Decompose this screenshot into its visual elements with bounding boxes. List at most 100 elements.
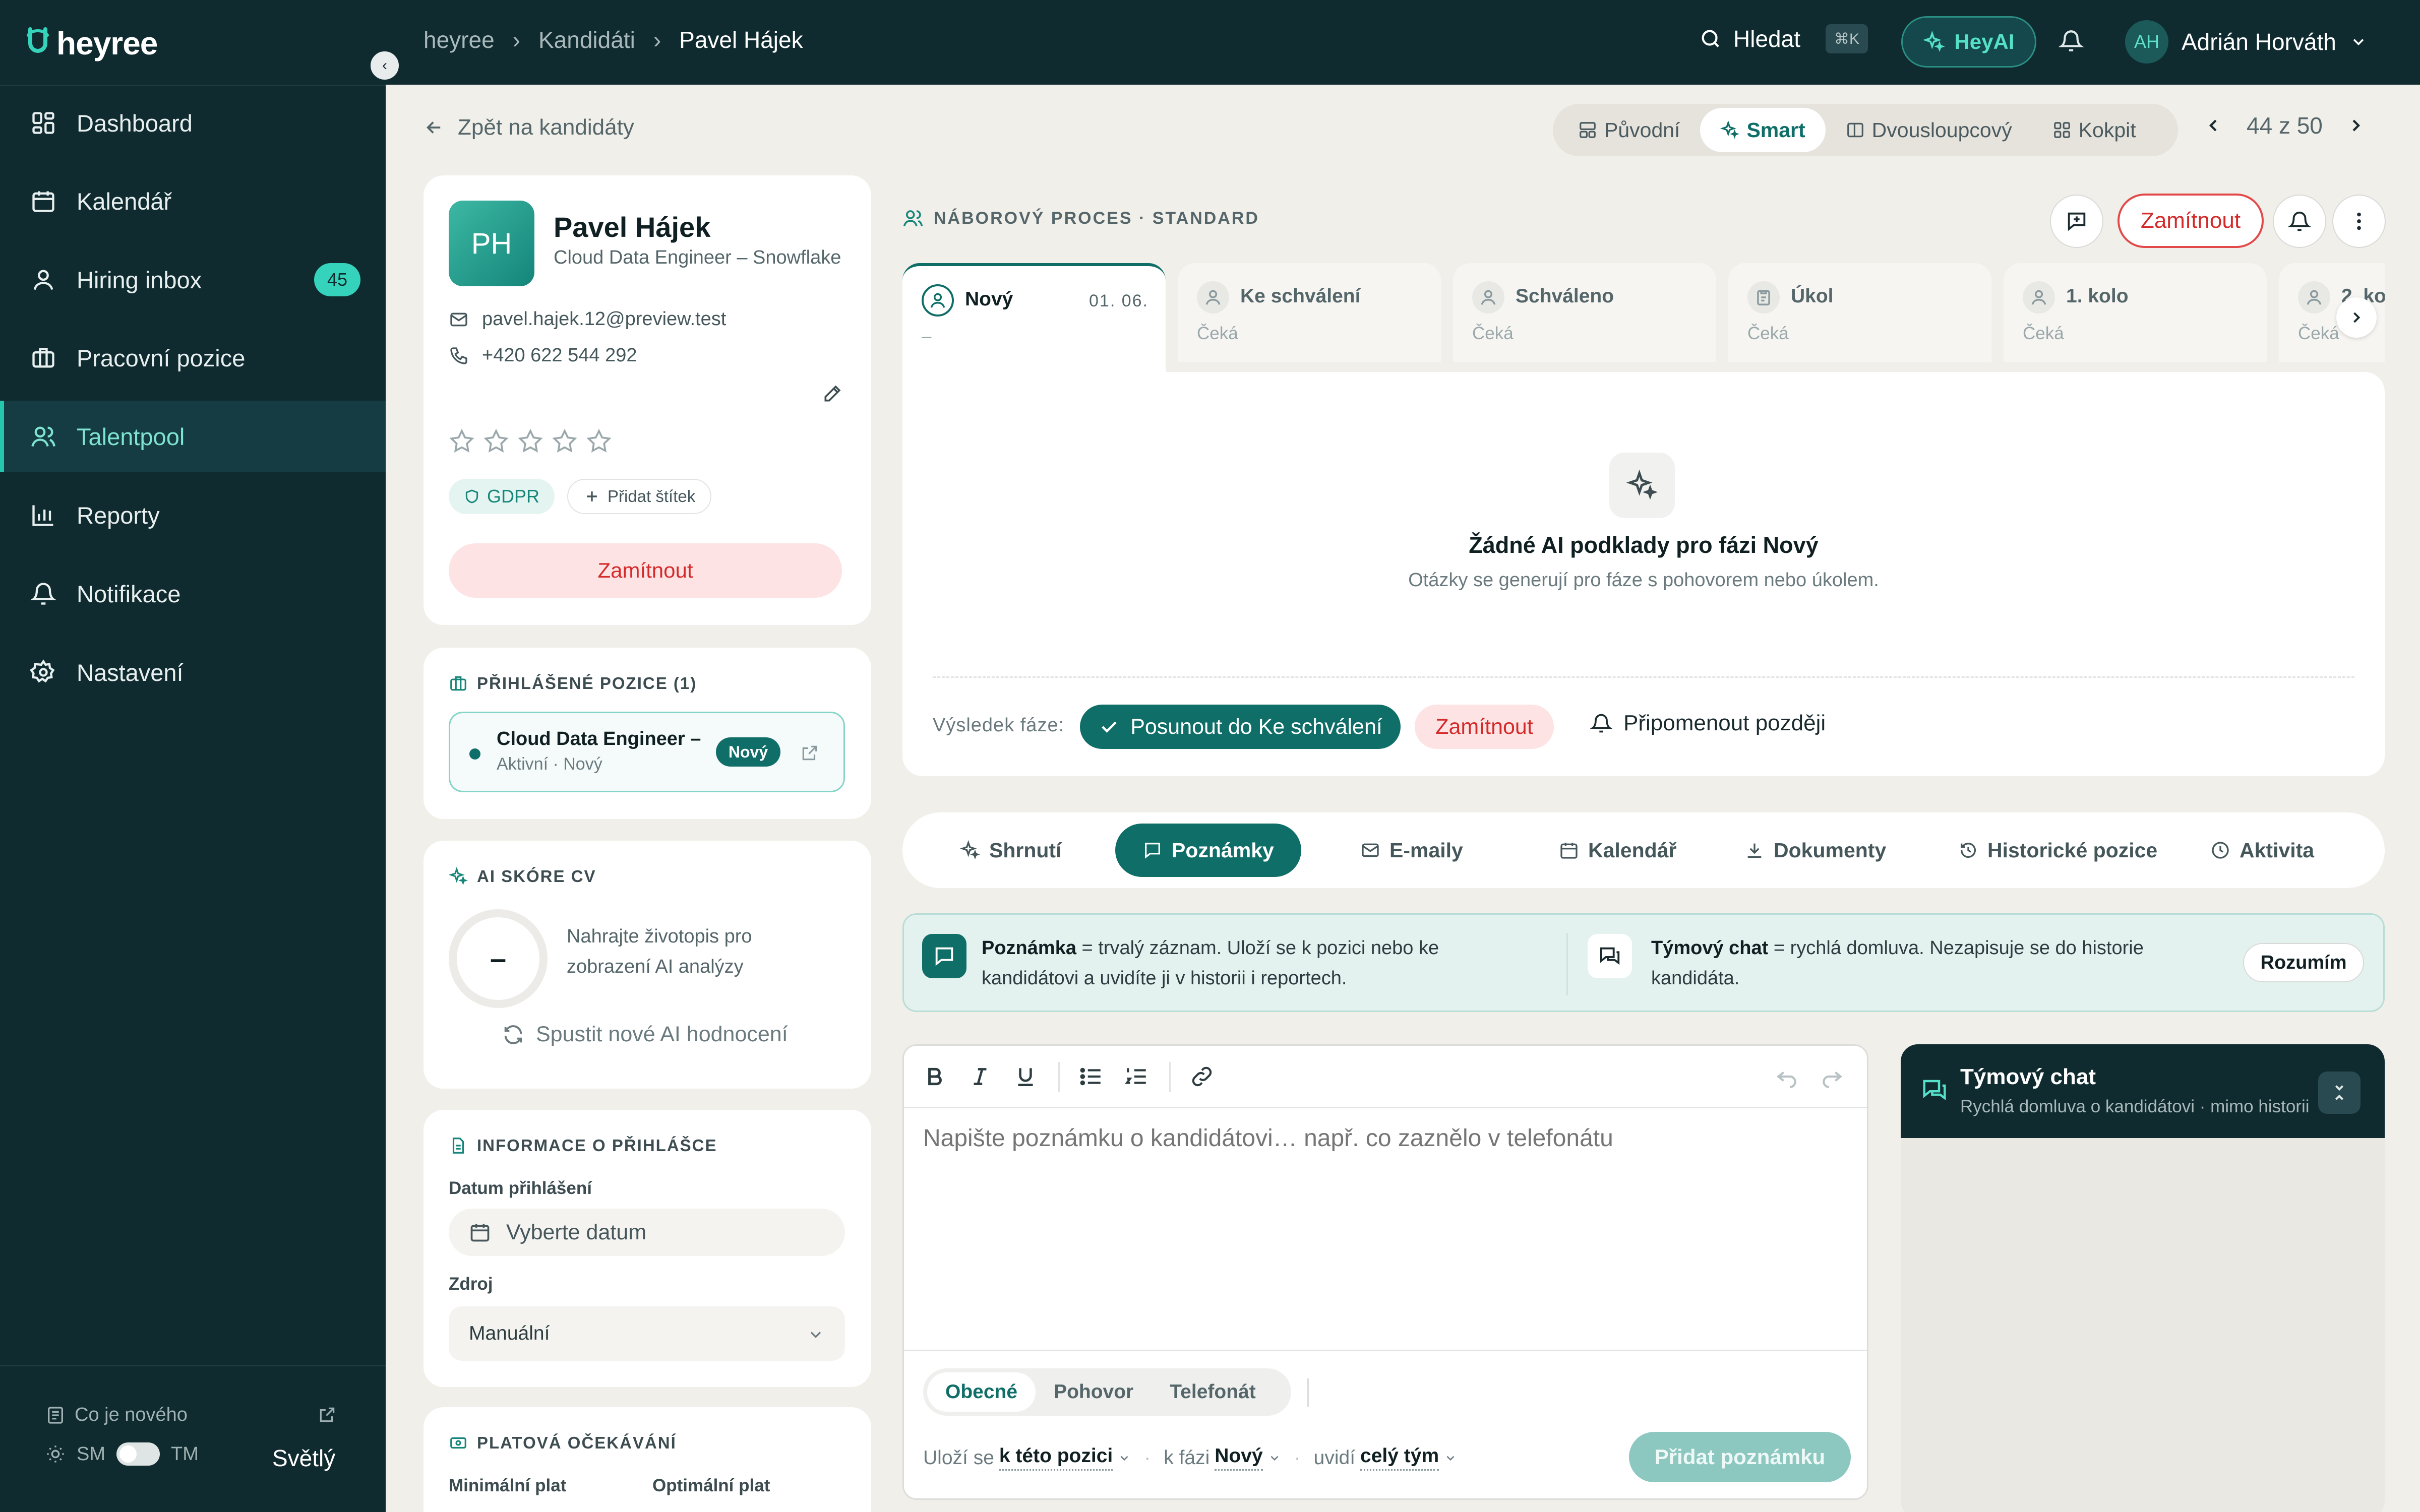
dismiss-info-button[interactable]: Rozumím: [2243, 943, 2364, 982]
whats-new-link[interactable]: Co je nového: [45, 1404, 188, 1426]
candidate-card: PH Pavel Hájek Cloud Data Engineer – Sno…: [424, 175, 871, 625]
topbar: heyree › Kandidáti › Pavel Hájek Hledat …: [386, 0, 2420, 85]
gear-icon: [30, 659, 56, 685]
redo-icon[interactable]: [1820, 1064, 1845, 1089]
star-icon[interactable]: [516, 427, 544, 456]
advance-stage-button[interactable]: Posunout do Ke schválení: [1080, 705, 1401, 749]
breadcrumb-home[interactable]: heyree: [424, 26, 495, 53]
back-to-candidates-link[interactable]: Zpět na kandidáty: [424, 115, 634, 140]
stage-new[interactable]: Nový 01. 06. –: [902, 263, 1166, 373]
candidate-rating[interactable]: [448, 427, 613, 456]
tab-summary[interactable]: Shrnutí: [933, 824, 1088, 877]
stage-for-approval[interactable]: Ke schválení Čeká: [1178, 263, 1441, 362]
sidebar-item-label: Pracovní pozice: [77, 344, 246, 371]
editor-toolbar: [904, 1046, 1867, 1108]
sidebar-item-dashboard[interactable]: Dashboard: [0, 87, 386, 159]
search-button[interactable]: Hledat ⌘K: [1699, 24, 1868, 53]
phone-icon: [449, 346, 469, 366]
reminder-button[interactable]: [2273, 195, 2326, 248]
source-value: Manuální: [469, 1322, 550, 1344]
stage-round-1[interactable]: 1. kolo Čeká: [2004, 263, 2267, 362]
user-menu[interactable]: AH Adrián Horváth: [2125, 20, 2368, 64]
stage-icon: [2023, 281, 2055, 313]
candidate-phone[interactable]: +420 622 544 292: [449, 345, 637, 366]
star-icon[interactable]: [448, 427, 476, 456]
stage-approved[interactable]: Schváleno Čeká: [1453, 263, 1716, 362]
numbered-list-icon[interactable]: [1124, 1064, 1149, 1089]
view-smart[interactable]: Smart: [1700, 108, 1826, 152]
prev-candidate-icon[interactable]: [2203, 115, 2223, 136]
sidebar-item-reports[interactable]: Reporty: [0, 479, 386, 551]
theme-label[interactable]: Světlý: [272, 1444, 335, 1472]
view-cockpit[interactable]: Kokpit: [2032, 108, 2156, 152]
note-type-general[interactable]: Obecné: [927, 1372, 1036, 1412]
candidate-email[interactable]: pavel.hajek.12@preview.test: [449, 308, 726, 330]
team-chat-collapse-button[interactable]: [2318, 1072, 2361, 1114]
source-select[interactable]: Manuální: [449, 1306, 845, 1361]
sidebar-item-settings[interactable]: Nastavení: [0, 637, 386, 708]
app-logo[interactable]: heyree: [24, 18, 158, 69]
view-original[interactable]: Původní: [1558, 108, 1700, 152]
reject-process-button[interactable]: Zamítnout: [2118, 194, 2264, 248]
tab-history[interactable]: Historické pozice: [1931, 824, 2185, 877]
external-link-icon[interactable]: [800, 743, 819, 763]
section-title: INFORMACE O PŘIHLÁŠCE: [449, 1136, 717, 1155]
sparkle-icon: [449, 867, 468, 886]
external-link-icon: [318, 1405, 337, 1424]
breadcrumb-candidates[interactable]: Kandidáti: [538, 26, 635, 53]
application-date-picker[interactable]: Vyberte datum: [449, 1209, 845, 1256]
run-ai-evaluation-button[interactable]: Spustit nové AI hodnocení: [502, 1022, 788, 1047]
theme-switch[interactable]: SM TM: [45, 1442, 199, 1466]
tab-emails[interactable]: E-maily: [1333, 824, 1490, 877]
view-two-column[interactable]: Dvousloupcový: [1826, 108, 2032, 152]
star-icon[interactable]: [482, 427, 510, 456]
sidebar-item-notifications[interactable]: Notifikace: [0, 558, 386, 629]
tab-documents[interactable]: Dokumenty: [1717, 824, 1913, 877]
italic-icon[interactable]: [967, 1064, 993, 1089]
star-icon[interactable]: [585, 427, 613, 456]
sidebar-item-talentpool[interactable]: Talentpool: [0, 401, 386, 472]
process-title: NÁBOROVÝ PROCES · STANDARD: [902, 208, 1259, 229]
note-type-phone[interactable]: Telefonát: [1152, 1372, 1274, 1412]
save-target-select[interactable]: k této pozici: [999, 1445, 1113, 1471]
stage-icon: [1197, 281, 1229, 313]
note-input[interactable]: [923, 1124, 1851, 1152]
undo-icon[interactable]: [1774, 1064, 1799, 1089]
users-icon: [30, 423, 56, 450]
theme-toggle[interactable]: [116, 1442, 160, 1466]
applied-position-item[interactable]: Cloud Data Engineer – Snowflake Aktivní …: [449, 712, 845, 792]
underline-icon[interactable]: [1013, 1064, 1038, 1089]
star-icon[interactable]: [551, 427, 579, 456]
add-comment-button[interactable]: [2050, 195, 2103, 248]
link-icon[interactable]: [1189, 1064, 1215, 1089]
stage-task[interactable]: Úkol Čeká: [1728, 263, 1991, 362]
ai-score-ring: –: [449, 909, 548, 1008]
sidebar-item-positions[interactable]: Pracovní pozice: [0, 322, 386, 394]
gdpr-chip[interactable]: GDPR: [449, 479, 555, 514]
notifications-bell-icon[interactable]: [2059, 28, 2084, 53]
more-options-button[interactable]: [2332, 195, 2386, 248]
ai-empty-illustration: [1609, 453, 1675, 518]
next-candidate-icon[interactable]: [2346, 115, 2366, 136]
stage-select[interactable]: Nový: [1215, 1445, 1263, 1471]
sun-icon: [45, 1444, 66, 1464]
stages-scroll-right-button[interactable]: [2336, 297, 2377, 338]
heyai-button[interactable]: HeyAI: [1901, 16, 2036, 68]
tab-notes[interactable]: Poznámky: [1115, 824, 1301, 877]
add-note-button[interactable]: Přidat poznámku: [1629, 1432, 1851, 1482]
sidebar-item-hiring-inbox[interactable]: Hiring inbox 45: [0, 244, 386, 316]
edit-pencil-icon[interactable]: [822, 382, 844, 404]
note-type-interview[interactable]: Pohovor: [1036, 1372, 1152, 1412]
bold-icon[interactable]: [922, 1064, 947, 1089]
tab-activity[interactable]: Aktivita: [2183, 824, 2341, 877]
add-tag-button[interactable]: Přidat štítek: [567, 479, 712, 514]
check-icon: [1098, 716, 1119, 737]
remind-later-button[interactable]: Připomenout později: [1590, 711, 1826, 736]
reject-candidate-button[interactable]: Zamítnout: [449, 543, 842, 598]
reject-stage-button[interactable]: Zamítnout: [1415, 705, 1554, 749]
sidebar-item-calendar[interactable]: Kalendář: [0, 165, 386, 237]
sidebar-collapse-button[interactable]: ‹: [369, 49, 401, 82]
bullet-list-icon[interactable]: [1078, 1064, 1104, 1089]
tab-calendar[interactable]: Kalendář: [1532, 824, 1704, 877]
visibility-select[interactable]: celý tým: [1360, 1445, 1439, 1471]
